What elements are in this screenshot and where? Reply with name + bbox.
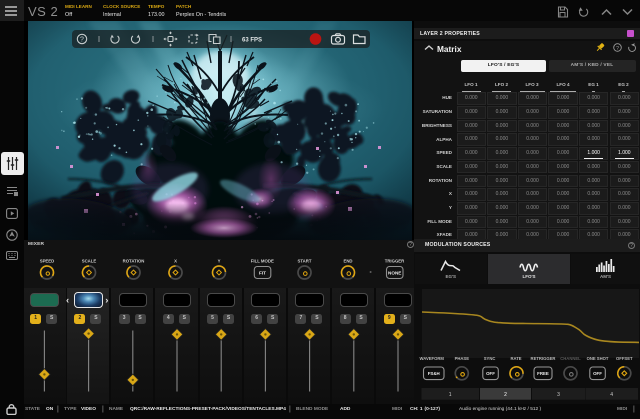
svg-text:TRIGGER: TRIGGER xyxy=(385,259,405,264)
svg-text:FILL MODE: FILL MODE xyxy=(251,259,274,264)
svg-text:Y: Y xyxy=(218,259,221,264)
svg-text:FS&H: FS&H xyxy=(428,371,440,376)
svg-text:OFF: OFF xyxy=(593,371,602,376)
svg-text:CHANNEL: CHANNEL xyxy=(560,356,581,361)
svg-text:WAVEFORM: WAVEFORM xyxy=(420,356,445,361)
svg-text:ROTATION: ROTATION xyxy=(123,259,145,264)
svg-text:?: ? xyxy=(616,46,619,52)
svg-text:1: 1 xyxy=(449,392,452,398)
svg-text:SYNC: SYNC xyxy=(484,356,496,361)
svg-text:63 FPS: 63 FPS xyxy=(242,37,262,43)
svg-text:END: END xyxy=(343,259,352,264)
svg-text:X: X xyxy=(174,259,177,264)
svg-text:?: ? xyxy=(80,36,84,43)
svg-text:OFF: OFF xyxy=(486,371,495,376)
svg-text:PHASE: PHASE xyxy=(455,356,470,361)
svg-text:ONE SHOT: ONE SHOT xyxy=(587,356,609,361)
svg-text:FREE: FREE xyxy=(537,371,549,376)
svg-text:SCALE: SCALE xyxy=(82,259,97,264)
svg-text:FIT: FIT xyxy=(259,271,266,276)
svg-text:START: START xyxy=(297,259,311,264)
svg-text:3: 3 xyxy=(557,392,560,398)
svg-text:OFFSET: OFFSET xyxy=(616,356,633,361)
svg-text:RATE: RATE xyxy=(510,356,521,361)
svg-text:NONE: NONE xyxy=(388,271,401,276)
svg-text:4: 4 xyxy=(610,392,613,398)
svg-text:RETRIGGER: RETRIGGER xyxy=(531,356,556,361)
svg-text:SPEED: SPEED xyxy=(40,259,55,264)
svg-text:2: 2 xyxy=(504,392,507,398)
